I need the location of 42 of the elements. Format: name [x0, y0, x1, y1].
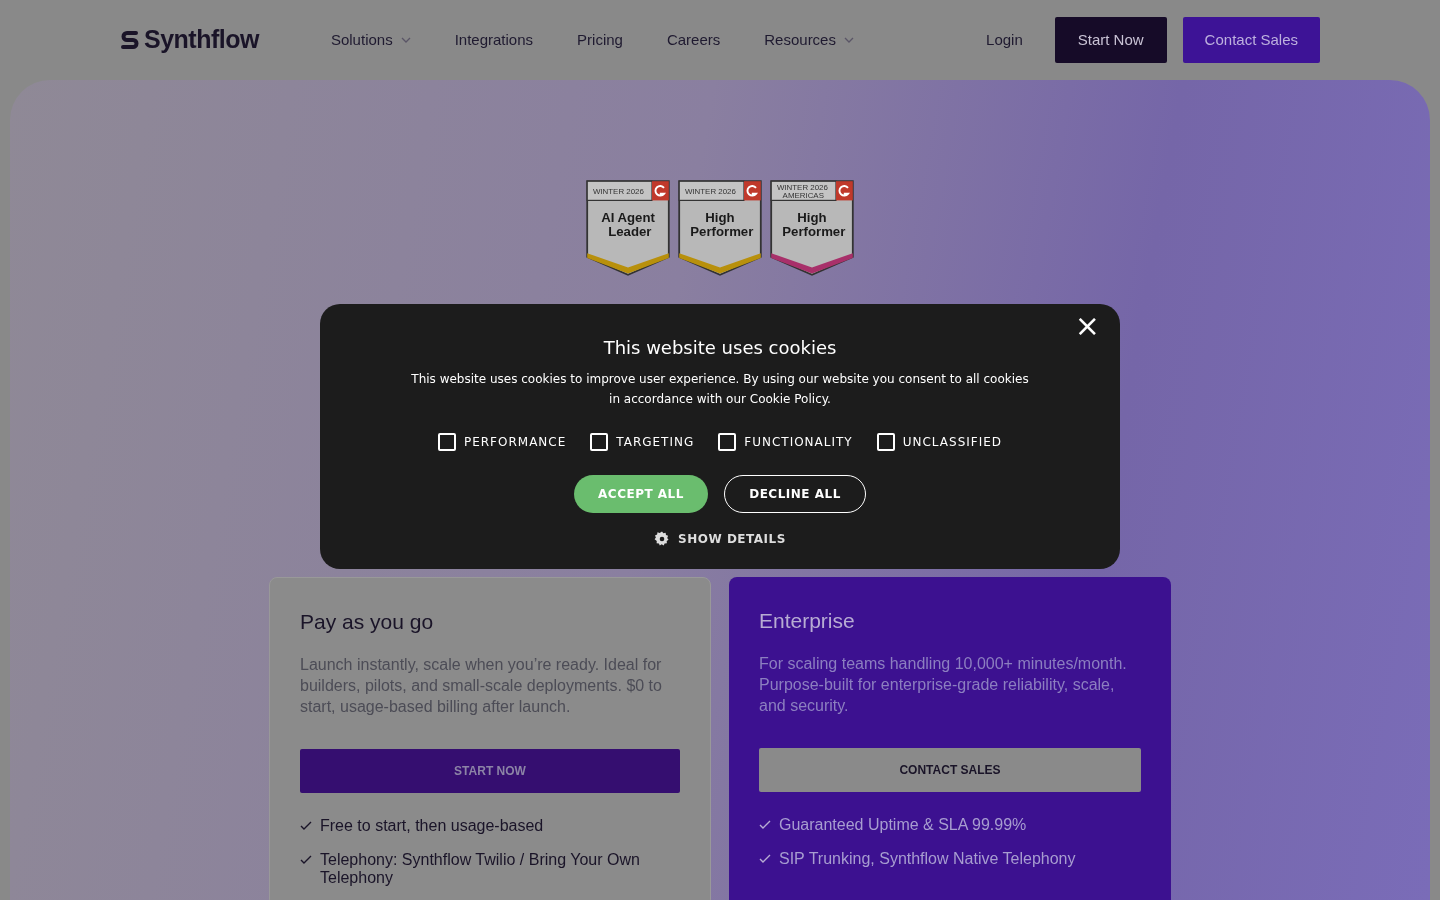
cookie-option[interactable]: FUNCTIONALITY	[718, 433, 853, 451]
g-logo-icon	[652, 181, 669, 201]
check-icon	[759, 853, 771, 864]
contact-sales-button[interactable]: Contact Sales	[1182, 16, 1320, 64]
plan-title: Pay as you go	[300, 609, 435, 635]
close-button[interactable]: ×	[1068, 310, 1106, 342]
gear-icon	[654, 531, 671, 547]
badge-season: WINTER 2026 AMERICAS	[776, 182, 828, 200]
g-logo-icon	[744, 181, 761, 201]
feature-text: Guaranteed Uptime & SLA 99.99%	[779, 815, 1027, 834]
badge-season: WINTER 2026	[592, 186, 644, 196]
badge-title: High Performer	[690, 210, 754, 240]
cookie-option[interactable]: TARGETING	[590, 433, 695, 451]
check-icon	[300, 854, 312, 865]
badge-title: AI Agent Leader	[601, 210, 655, 240]
badge-season: WINTER 2026	[684, 186, 736, 196]
login-link[interactable]: Login	[986, 28, 1023, 52]
show-details-button[interactable]: SHOW DETAILS	[648, 529, 792, 549]
nav-link[interactable]: Pricing	[577, 28, 623, 52]
feature-text: Free to start, then usage-based	[320, 816, 544, 835]
logo-text: Synthflow	[144, 24, 259, 56]
badge-title: High Performer	[782, 210, 846, 240]
plan-title: Enterprise	[759, 608, 856, 634]
plan-description: For scaling teams handling 10,000+ minutes/month. Purpose-built for enterprise-grade reliability, scale, and security.	[759, 653, 1128, 716]
dialog-title: This website uses cookies	[603, 336, 837, 360]
feature-text: Telephony: Synthflow Twilio / Bring Your Own Telephony	[320, 850, 641, 887]
feature-text: SIP Trunking, Synthflow Native Telephony	[779, 849, 1076, 868]
check-icon	[300, 820, 312, 831]
plan-button[interactable]: START NOW	[300, 748, 680, 793]
check-icon	[759, 819, 771, 830]
logo-icon	[120, 29, 140, 51]
dialog-text: This website uses cookies to improve user experience. By using our website you consent to all cookies in accordance with our Cookie Policy.	[410, 371, 1030, 408]
plan-button[interactable]: CONTACT SALES	[759, 747, 1141, 792]
nav-link[interactable]: Careers	[666, 28, 721, 52]
g-logo-icon	[836, 181, 853, 201]
nav-link[interactable]: Resources	[764, 28, 854, 52]
nav-link[interactable]: Integrations	[454, 28, 534, 52]
cookie-option[interactable]: PERFORMANCE	[437, 433, 567, 451]
plan-description: Launch instantly, scale when you’re ready. Ideal for builders, pilots, and small-scale deployments. $0 to start, usage-based billing after launch.	[300, 654, 663, 717]
start-now-button[interactable]: Start Now	[1054, 16, 1167, 64]
nav-link[interactable]: Solutions	[330, 28, 411, 52]
cookie-option[interactable]: UNCLASSIFIED	[876, 433, 1003, 451]
